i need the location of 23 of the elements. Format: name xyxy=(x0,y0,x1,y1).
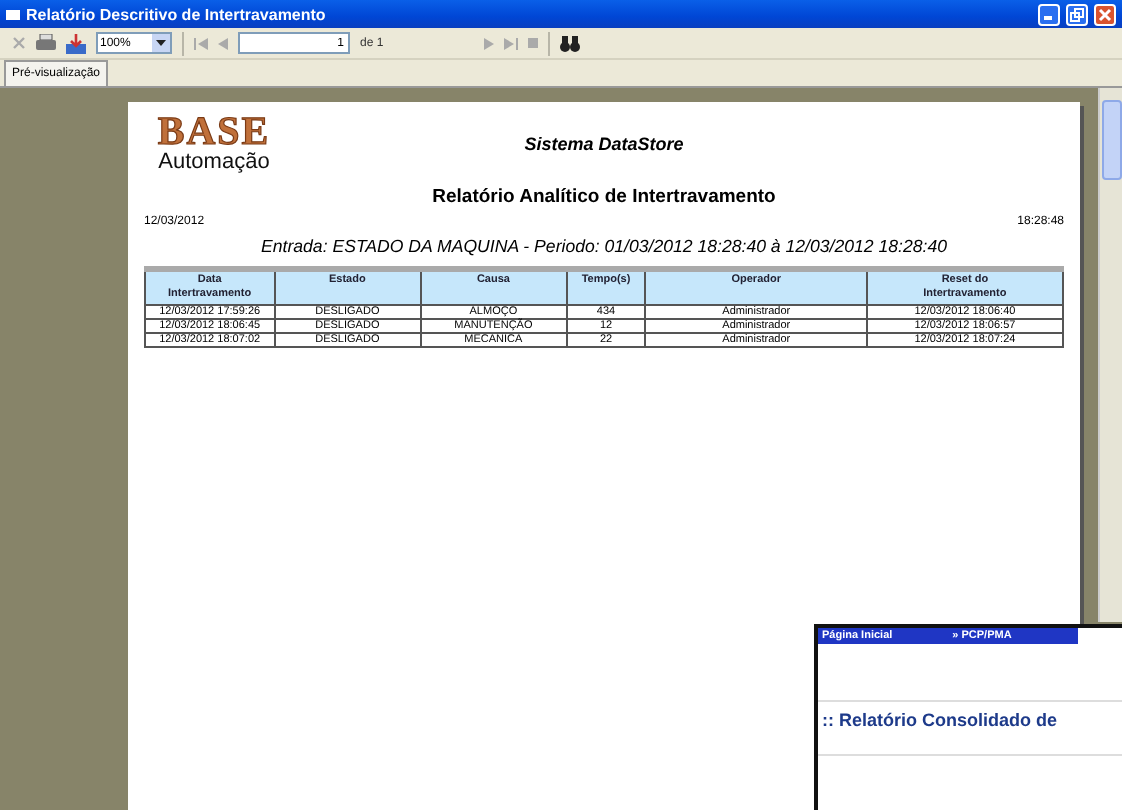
next-page-icon[interactable] xyxy=(483,37,494,49)
last-page-icon[interactable] xyxy=(503,37,518,49)
report-title: Relatório Analítico de Intertravamento xyxy=(430,186,778,208)
binoculars-icon[interactable] xyxy=(559,35,580,51)
logo-text: BASE xyxy=(157,114,271,150)
first-page-icon[interactable] xyxy=(194,37,208,49)
window-title: Relatório Descritivo de Intertravamento xyxy=(26,5,328,23)
stop-icon[interactable] xyxy=(527,38,538,48)
scrollbar[interactable] xyxy=(1098,88,1122,622)
minimize-button[interactable] xyxy=(1038,3,1060,25)
section-heading: :: Relatório Consolidado de xyxy=(818,700,1122,756)
scroll-thumb[interactable] xyxy=(1101,100,1121,180)
print-icon[interactable] xyxy=(36,34,56,52)
report-filter: Entrada: ESTADO DA MAQUINA - Periodo: 01/03/2012 18:28:40 à 12/03/2012 18:28:40 xyxy=(259,236,949,256)
caret-icon xyxy=(156,40,166,46)
previous-page-icon[interactable] xyxy=(218,37,228,49)
export-icon[interactable] xyxy=(66,33,86,53)
restore-button[interactable] xyxy=(1066,3,1088,25)
logo-subtitle: Automação xyxy=(158,150,270,174)
close-icon[interactable] xyxy=(12,36,26,50)
system-name: Sistema DataStore xyxy=(522,134,686,154)
app-icon xyxy=(6,7,20,21)
close-button[interactable] xyxy=(1094,3,1116,25)
